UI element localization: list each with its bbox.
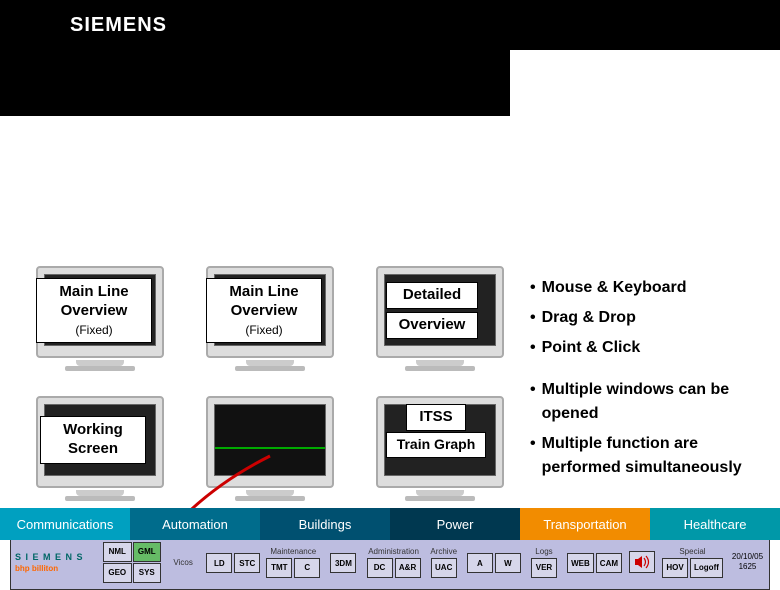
toolbar-btn[interactable]: 3DM — [330, 553, 356, 573]
label-text: ITSS — [419, 408, 452, 425]
label-train-graph: Train Graph — [386, 432, 486, 458]
page-number: 14 — [741, 8, 758, 25]
footer-automation[interactable]: Automation — [130, 508, 260, 540]
toolbar-section: LD STC — [203, 549, 263, 575]
toolbar-section: WEB CAM — [564, 549, 625, 575]
toolbar-btn-geo[interactable]: GEO — [103, 563, 132, 583]
toolbar-mode-grid: NML GML GEO SYS — [101, 540, 163, 585]
slide-title: TCS Operational Principle — [96, 76, 367, 102]
feature-bullets: Mouse & Keyboard Drag & Drop Point & Cli… — [530, 276, 780, 486]
footer-nav: Communications Automation Buildings Powe… — [0, 508, 780, 540]
toolbar-brand: S I E M E N S bhp billiton — [11, 535, 101, 589]
toolbar-section: Vicos — [163, 556, 203, 569]
label-sub: (Fixed) — [213, 323, 315, 338]
footer-communications[interactable]: Communications — [0, 508, 130, 540]
toolbar-section: Maintenance TMT C — [263, 545, 323, 580]
label-text: Detailed — [403, 286, 461, 303]
bullet-item: Multiple function are performed simultan… — [530, 432, 780, 480]
toolbar-btn-nml[interactable]: NML — [103, 542, 132, 562]
label-text: Overview — [399, 316, 466, 333]
toolbar-section: A W — [464, 549, 524, 575]
toolbar-btn[interactable]: A — [467, 553, 493, 573]
toolbar-section: Archive UAC — [424, 545, 464, 580]
toolbar-siemens: S I E M E N S — [15, 552, 97, 562]
label-title: Main LineOverview — [229, 283, 298, 319]
toolbar-btn[interactable]: TMT — [266, 558, 292, 578]
speaker-icon[interactable] — [629, 551, 655, 573]
toolbar-btn-sys[interactable]: SYS — [133, 563, 162, 583]
label-text: Train Graph — [397, 436, 476, 452]
app-toolbar: S I E M E N S bhp billiton NML GML GEO S… — [10, 534, 770, 590]
label-main-line-1: Main LineOverview (Fixed) — [36, 278, 152, 343]
label-main-line-2: Main LineOverview (Fixed) — [206, 278, 322, 343]
bullet-item: Multiple windows can be opened — [530, 378, 780, 426]
footer-healthcare[interactable]: Healthcare — [650, 508, 780, 540]
label-detailed-1: Detailed — [386, 282, 478, 309]
toolbar-section: 3DM — [323, 549, 363, 575]
label-title: WorkingScreen — [63, 421, 123, 457]
bullet-item: Drag & Drop — [530, 306, 780, 330]
toolbar-btn[interactable]: HOV — [662, 558, 688, 578]
bullet-item: Point & Click — [530, 336, 780, 360]
label-detailed-2: Overview — [386, 312, 478, 339]
toolbar-datetime: 20/10/05 1625 — [726, 552, 769, 571]
toolbar-btn-gml[interactable]: GML — [133, 542, 162, 562]
toolbar-btn[interactable]: CAM — [596, 553, 622, 573]
toolbar-btn[interactable]: UAC — [431, 558, 457, 578]
toolbar-btn[interactable]: LD — [206, 553, 232, 573]
toolbar-btn[interactable]: W — [495, 553, 521, 573]
label-working: WorkingScreen — [40, 416, 146, 464]
footer-transportation[interactable]: Transportation — [520, 508, 650, 540]
toolbar-bhp: bhp billiton — [15, 564, 97, 573]
toolbar-btn[interactable]: C — [294, 558, 320, 578]
footer-power[interactable]: Power — [390, 508, 520, 540]
header-bar: SIEMENS — [0, 0, 780, 50]
bullet-item: Mouse & Keyboard — [530, 276, 780, 300]
label-sub: (Fixed) — [43, 323, 145, 338]
toolbar-section: Administration DC A&R — [364, 545, 424, 580]
toolbar-btn[interactable]: VER — [531, 558, 557, 578]
toolbar-btn[interactable]: WEB — [567, 553, 594, 573]
toolbar-btn[interactable]: STC — [234, 553, 260, 573]
toolbar-section: Logs VER — [524, 545, 564, 580]
toolbar-btn[interactable]: A&R — [395, 558, 421, 578]
label-title: Main LineOverview — [59, 283, 128, 319]
toolbar-btn[interactable]: Logoff — [690, 558, 723, 578]
toolbar-btn[interactable]: DC — [367, 558, 393, 578]
siemens-logo: SIEMENS — [70, 14, 167, 37]
footer-buildings[interactable]: Buildings — [260, 508, 390, 540]
toolbar-section: Special HOV Logoff — [659, 545, 726, 580]
label-itss: ITSS — [406, 404, 466, 431]
